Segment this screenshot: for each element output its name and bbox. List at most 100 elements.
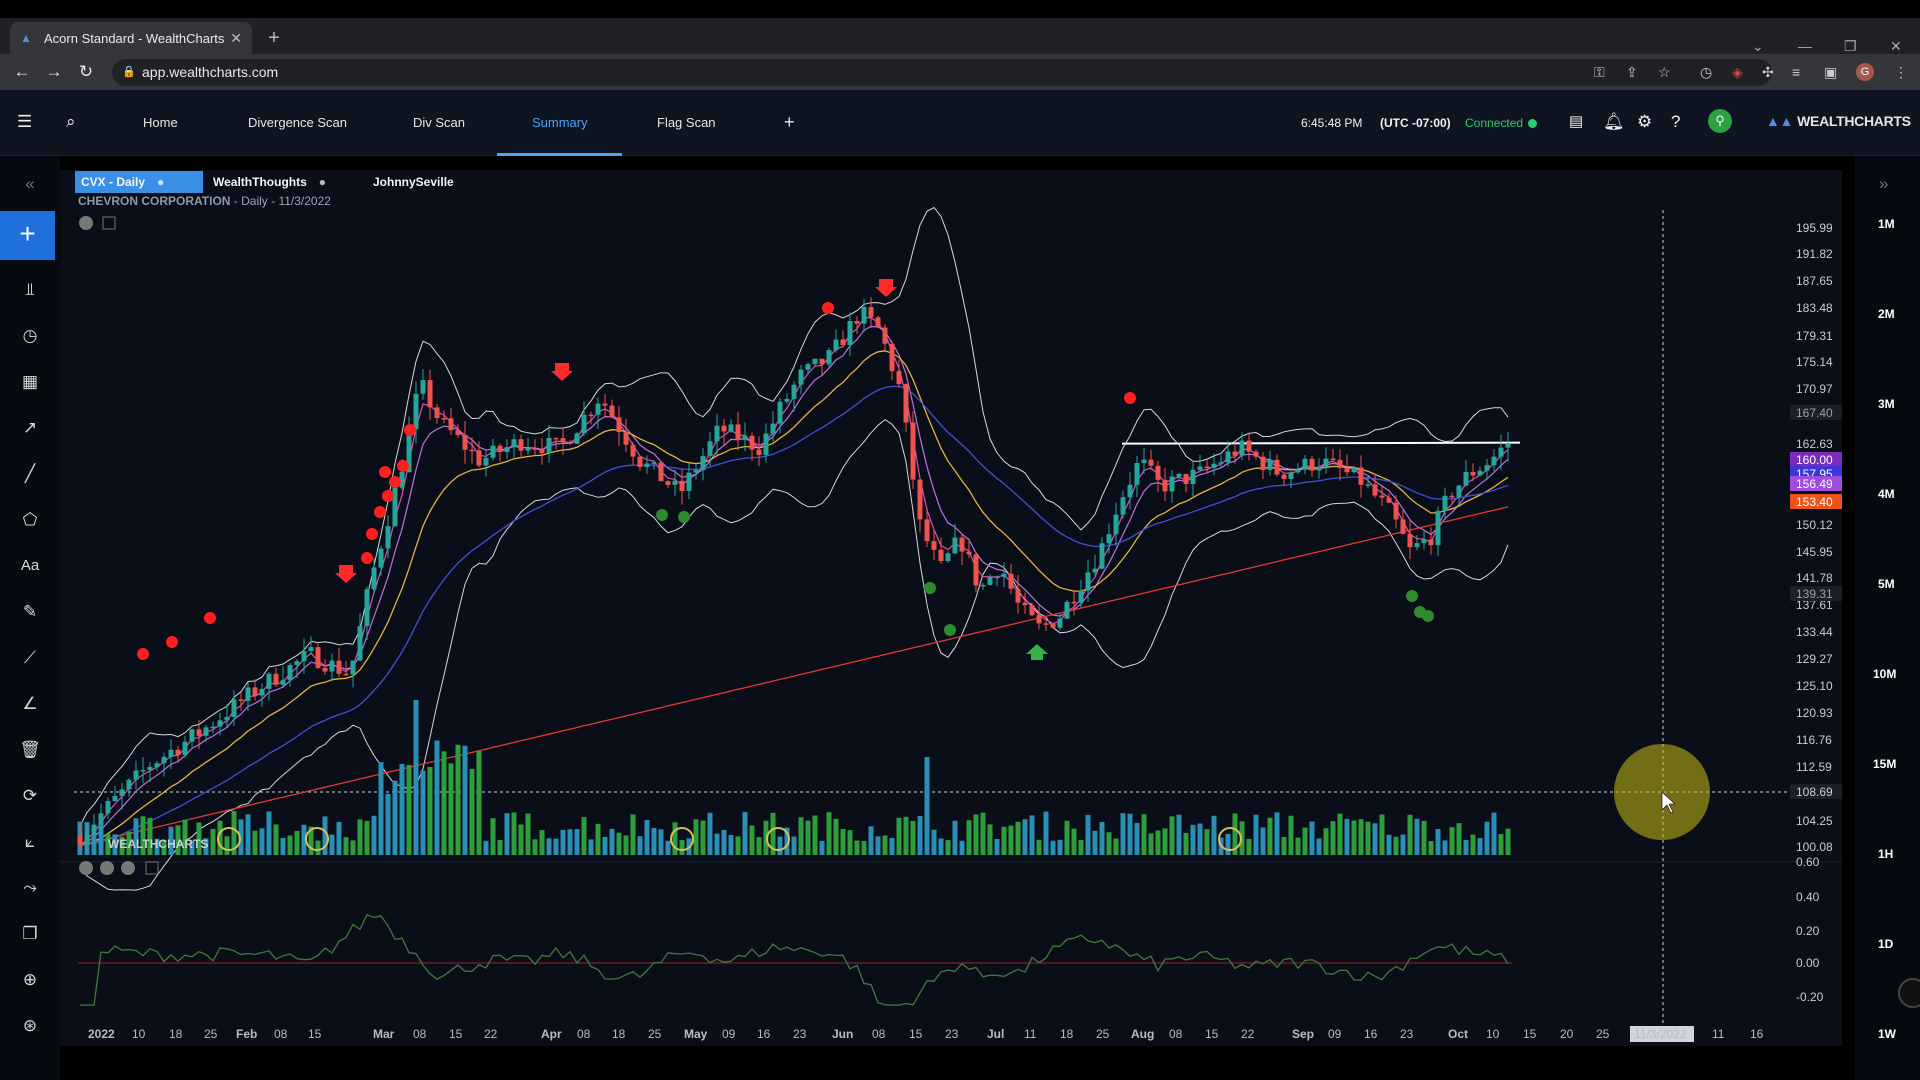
volume-bar	[378, 762, 384, 855]
candle-body	[791, 384, 797, 399]
sell-signal-dot	[166, 636, 178, 648]
volume-bar	[476, 750, 482, 855]
candle-body	[189, 729, 195, 742]
volume-bar	[1414, 818, 1420, 855]
candle-body	[1190, 469, 1196, 485]
volume-bar	[903, 816, 909, 855]
volume-bar	[406, 764, 412, 855]
price-tick-label: 183.48	[1796, 301, 1833, 315]
candle-body	[1176, 473, 1182, 477]
candle-body	[1337, 459, 1343, 468]
candle-body	[1106, 534, 1112, 544]
candle-body	[651, 462, 657, 464]
volume-bar	[651, 827, 657, 855]
volume-bar	[1463, 839, 1469, 855]
oscillator-pane	[78, 913, 1512, 1006]
volume-bar	[1470, 834, 1476, 855]
candle-body	[504, 447, 510, 452]
volume-bar	[602, 836, 608, 855]
date-tick-label: 15	[909, 1027, 923, 1041]
candle-body	[1442, 495, 1448, 511]
candle-body	[1386, 497, 1392, 503]
sell-signal-dot	[137, 648, 149, 660]
pane-control-icon	[79, 861, 93, 875]
crosshair-date-label: 11/3/2022	[1634, 1027, 1687, 1041]
candle-body	[1169, 476, 1175, 492]
volume-bar	[917, 815, 923, 855]
candle-body	[896, 371, 902, 385]
chart-overlays	[60, 210, 1842, 1030]
volume-bar	[1484, 821, 1490, 855]
candle-body	[280, 680, 286, 685]
volume-bar	[749, 825, 755, 855]
candle-body	[735, 424, 741, 441]
volume-bar	[1477, 838, 1483, 855]
candle-body	[266, 673, 272, 689]
date-tick-label: 08	[872, 1027, 886, 1041]
volume-bar	[1323, 828, 1329, 855]
candle-body	[1239, 440, 1245, 456]
candle-body	[742, 435, 748, 441]
volume-bar	[1330, 821, 1336, 855]
candle-body	[889, 343, 895, 372]
volume-bar	[469, 768, 475, 855]
date-tick-label: 23	[945, 1027, 959, 1041]
volume-bar	[434, 740, 440, 855]
volume-bar	[1358, 819, 1364, 855]
candle-body	[385, 526, 391, 549]
candle-body	[490, 445, 496, 458]
buy-signal-dot	[1406, 590, 1418, 602]
volume-bar	[1260, 827, 1266, 855]
candle-body	[770, 423, 776, 434]
volume-bar	[658, 829, 664, 855]
date-tick-label: 16	[1750, 1027, 1764, 1041]
osc-tick-label: 0.00	[1796, 956, 1820, 970]
volume-bar	[448, 763, 454, 855]
volume-bar	[273, 824, 279, 855]
volume-bar	[1421, 820, 1427, 855]
price-tick-label: 175.14	[1796, 355, 1833, 369]
volume-bar	[1141, 814, 1147, 855]
candle-body	[1288, 472, 1294, 479]
volume-bar	[868, 826, 874, 855]
candle-body	[784, 398, 790, 402]
candle-body	[553, 437, 559, 440]
volume-bar	[714, 833, 720, 855]
volume-bar	[224, 836, 230, 855]
pane-control-icon	[79, 216, 93, 230]
date-tick-label: 08	[577, 1027, 591, 1041]
candle-body	[847, 321, 853, 346]
candle-body	[196, 729, 202, 736]
ema-20-line	[79, 350, 1509, 846]
candle-body	[1099, 543, 1105, 569]
volume-bar	[1407, 814, 1413, 855]
bollinger-lower	[79, 418, 1509, 891]
price-tick-label: 187.65	[1796, 274, 1833, 288]
candle-body	[1435, 510, 1441, 546]
candle-body	[672, 480, 678, 485]
ema-50-line	[79, 385, 1509, 846]
candle-body	[1183, 473, 1189, 485]
date-tick-label: 10	[1486, 1027, 1500, 1041]
candle-body	[371, 567, 377, 590]
volume-bar	[812, 815, 818, 855]
candle-body	[819, 358, 825, 365]
sell-signal-dot	[382, 490, 394, 502]
volume-bar	[315, 840, 321, 855]
candle-body	[749, 435, 755, 450]
candle-body	[588, 414, 594, 417]
sell-signal-dot	[389, 476, 401, 488]
price-tick-label: 179.31	[1796, 329, 1833, 343]
candle-body	[525, 448, 531, 451]
watermark-text: WEALTHCHARTS	[108, 837, 208, 851]
candle-body	[973, 554, 979, 586]
candle-body	[861, 307, 867, 324]
volume-bar	[1008, 825, 1014, 855]
candle-body	[1155, 465, 1161, 480]
candle-body	[1477, 470, 1483, 476]
candle-body	[105, 801, 111, 814]
candle-body	[938, 549, 944, 562]
candle-body	[1316, 466, 1322, 471]
date-tick-label: 18	[1060, 1027, 1074, 1041]
resistance-line	[1121, 441, 1521, 445]
